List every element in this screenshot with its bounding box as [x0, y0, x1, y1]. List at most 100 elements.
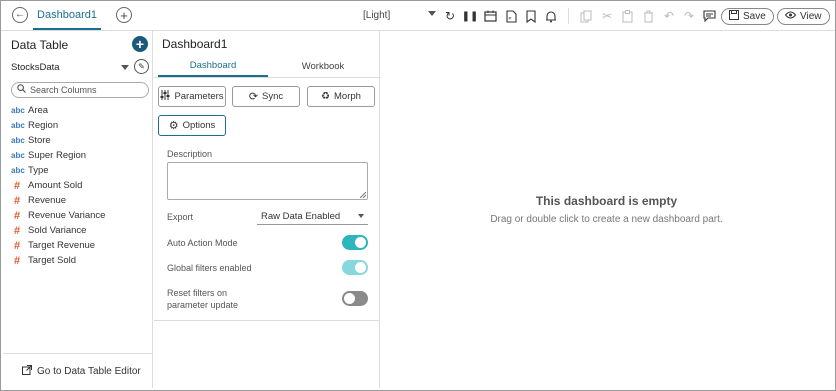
tab-workbook[interactable]: Workbook [268, 55, 378, 77]
list-item[interactable]: abc Super Region [11, 148, 151, 163]
panel-title: Data Table [11, 38, 69, 52]
add-data-table-button[interactable]: + [132, 36, 148, 52]
text-type-icon: abc [11, 106, 25, 115]
svg-text:P: P [508, 16, 511, 21]
top-toolbar: ← Dashboard1 + [Light] ↻ ❚❚ P ✂ ↶ ↷ Save [1, 1, 835, 31]
text-type-icon: abc [11, 136, 25, 145]
column-name: Sold Variance [28, 225, 87, 236]
sync-label: Sync [262, 91, 284, 102]
comment-icon[interactable] [702, 9, 716, 23]
numeric-type-icon: # [14, 224, 21, 237]
back-arrow-icon[interactable]: ← [12, 7, 28, 23]
search-input[interactable] [30, 85, 140, 95]
go-to-data-table-editor[interactable]: Go to Data Table Editor [3, 353, 153, 388]
description-field[interactable] [167, 162, 368, 200]
column-name: Super Region [28, 150, 87, 161]
parameters-button[interactable]: Parameters [158, 86, 226, 107]
resize-handle-icon[interactable] [360, 192, 366, 198]
recycle-icon: ♻ [321, 91, 331, 102]
search-icon [17, 84, 26, 96]
cut-icon[interactable]: ✂ [600, 9, 614, 23]
eye-icon [784, 11, 797, 22]
column-name: Amount Sold [28, 180, 83, 191]
calendar-icon[interactable] [483, 9, 497, 23]
refresh-icon[interactable]: ↻ [443, 9, 457, 23]
panel-title: Dashboard1 [162, 37, 228, 51]
numeric-type-icon: # [14, 254, 21, 267]
morph-button[interactable]: ♻ Morph [307, 86, 375, 107]
paste-icon[interactable] [620, 9, 634, 23]
tab-dashboard[interactable]: Dashboard [158, 55, 268, 77]
list-item[interactable]: # Target Sold [11, 253, 151, 268]
list-item[interactable]: # Revenue Variance [11, 208, 151, 223]
parameters-label: Parameters [174, 91, 224, 102]
copy-icon[interactable] [579, 9, 593, 23]
delete-icon[interactable] [641, 9, 655, 23]
datasource-select[interactable]: StocksData [11, 62, 60, 73]
list-item[interactable]: # Target Revenue [11, 238, 151, 253]
save-icon [729, 10, 739, 23]
global-filters-toggle[interactable] [342, 260, 368, 275]
export-value: Raw Data Enabled [261, 210, 341, 222]
chevron-down-icon[interactable] [121, 65, 129, 70]
options-label: Options [182, 120, 216, 131]
column-name: Store [28, 135, 51, 146]
export-select[interactable]: Raw Data Enabled [257, 208, 368, 225]
text-type-icon: abc [11, 151, 25, 160]
chevron-down-icon [358, 214, 364, 218]
column-name: Target Sold [28, 255, 77, 266]
auto-action-label: Auto Action Mode [167, 238, 238, 248]
list-item[interactable]: # Sold Variance [11, 223, 151, 238]
redo-icon[interactable]: ↷ [682, 9, 696, 23]
description-label: Description [167, 149, 213, 159]
numeric-type-icon: # [14, 179, 21, 192]
sync-icon: ⟳ [248, 91, 259, 103]
column-name: Revenue Variance [28, 210, 106, 221]
export-label: Export [167, 212, 194, 222]
reset-filters-label: Reset filters on [167, 288, 228, 298]
pause-icon[interactable]: ❚❚ [462, 9, 479, 23]
chevron-down-icon[interactable] [428, 11, 436, 16]
bookmark-icon[interactable] [524, 9, 538, 23]
gear-icon: ⚙ [168, 120, 179, 132]
footer-label: Go to Data Table Editor [37, 365, 141, 377]
edit-icon[interactable]: ✎ [134, 59, 149, 74]
column-name: Type [28, 165, 49, 176]
toolbar-divider [568, 8, 569, 24]
options-button[interactable]: ⚙ Options [158, 115, 226, 136]
add-tab-icon[interactable]: + [116, 7, 132, 23]
column-name: Area [28, 105, 49, 116]
empty-state-title: This dashboard is empty [535, 194, 678, 208]
column-list: abc Area abc Region abc Store abc Super Regi… [11, 103, 151, 268]
theme-select[interactable]: [Light] [363, 10, 390, 21]
list-item[interactable]: abc Store [11, 133, 151, 148]
reset-filters-label-line2: parameter update [167, 300, 239, 310]
column-name: Target Revenue [28, 240, 96, 251]
list-item[interactable]: abc Region [11, 118, 151, 133]
tab-label: Dashboard1 [37, 8, 97, 21]
data-table-panel: Data Table + StocksData ✎ abcArea abcReg… [3, 31, 153, 388]
sync-button[interactable]: ⟳ Sync [232, 86, 300, 107]
save-button[interactable]: Save [721, 8, 774, 25]
tab-dashboard1[interactable]: Dashboard1 [33, 1, 101, 30]
empty-state-subtitle: Drag or double click to create a new das… [490, 214, 723, 225]
save-label: Save [743, 11, 766, 22]
undo-icon[interactable]: ↶ [662, 9, 676, 23]
auto-action-toggle[interactable] [342, 235, 368, 250]
column-name: Revenue [28, 195, 67, 206]
numeric-type-icon: # [14, 209, 21, 222]
list-item[interactable]: abc Type [11, 163, 151, 178]
list-item[interactable]: abc Area [11, 103, 151, 118]
list-item[interactable]: # Revenue [11, 193, 151, 208]
properties-panel: Dashboard1 Dashboard Workbook Parameters… [154, 31, 380, 388]
reset-filters-toggle[interactable] [342, 291, 368, 306]
view-button[interactable]: View [777, 8, 830, 25]
search-columns[interactable] [11, 82, 149, 98]
view-label: View [800, 11, 822, 22]
dashboard-canvas[interactable]: This dashboard is empty Drag or double c… [381, 31, 832, 388]
pdf-icon[interactable]: P [504, 9, 518, 23]
numeric-type-icon: # [14, 239, 21, 252]
list-item[interactable]: # Amount Sold [11, 178, 151, 193]
bell-icon[interactable] [544, 9, 558, 23]
global-filters-label: Global filters enabled [167, 263, 252, 273]
